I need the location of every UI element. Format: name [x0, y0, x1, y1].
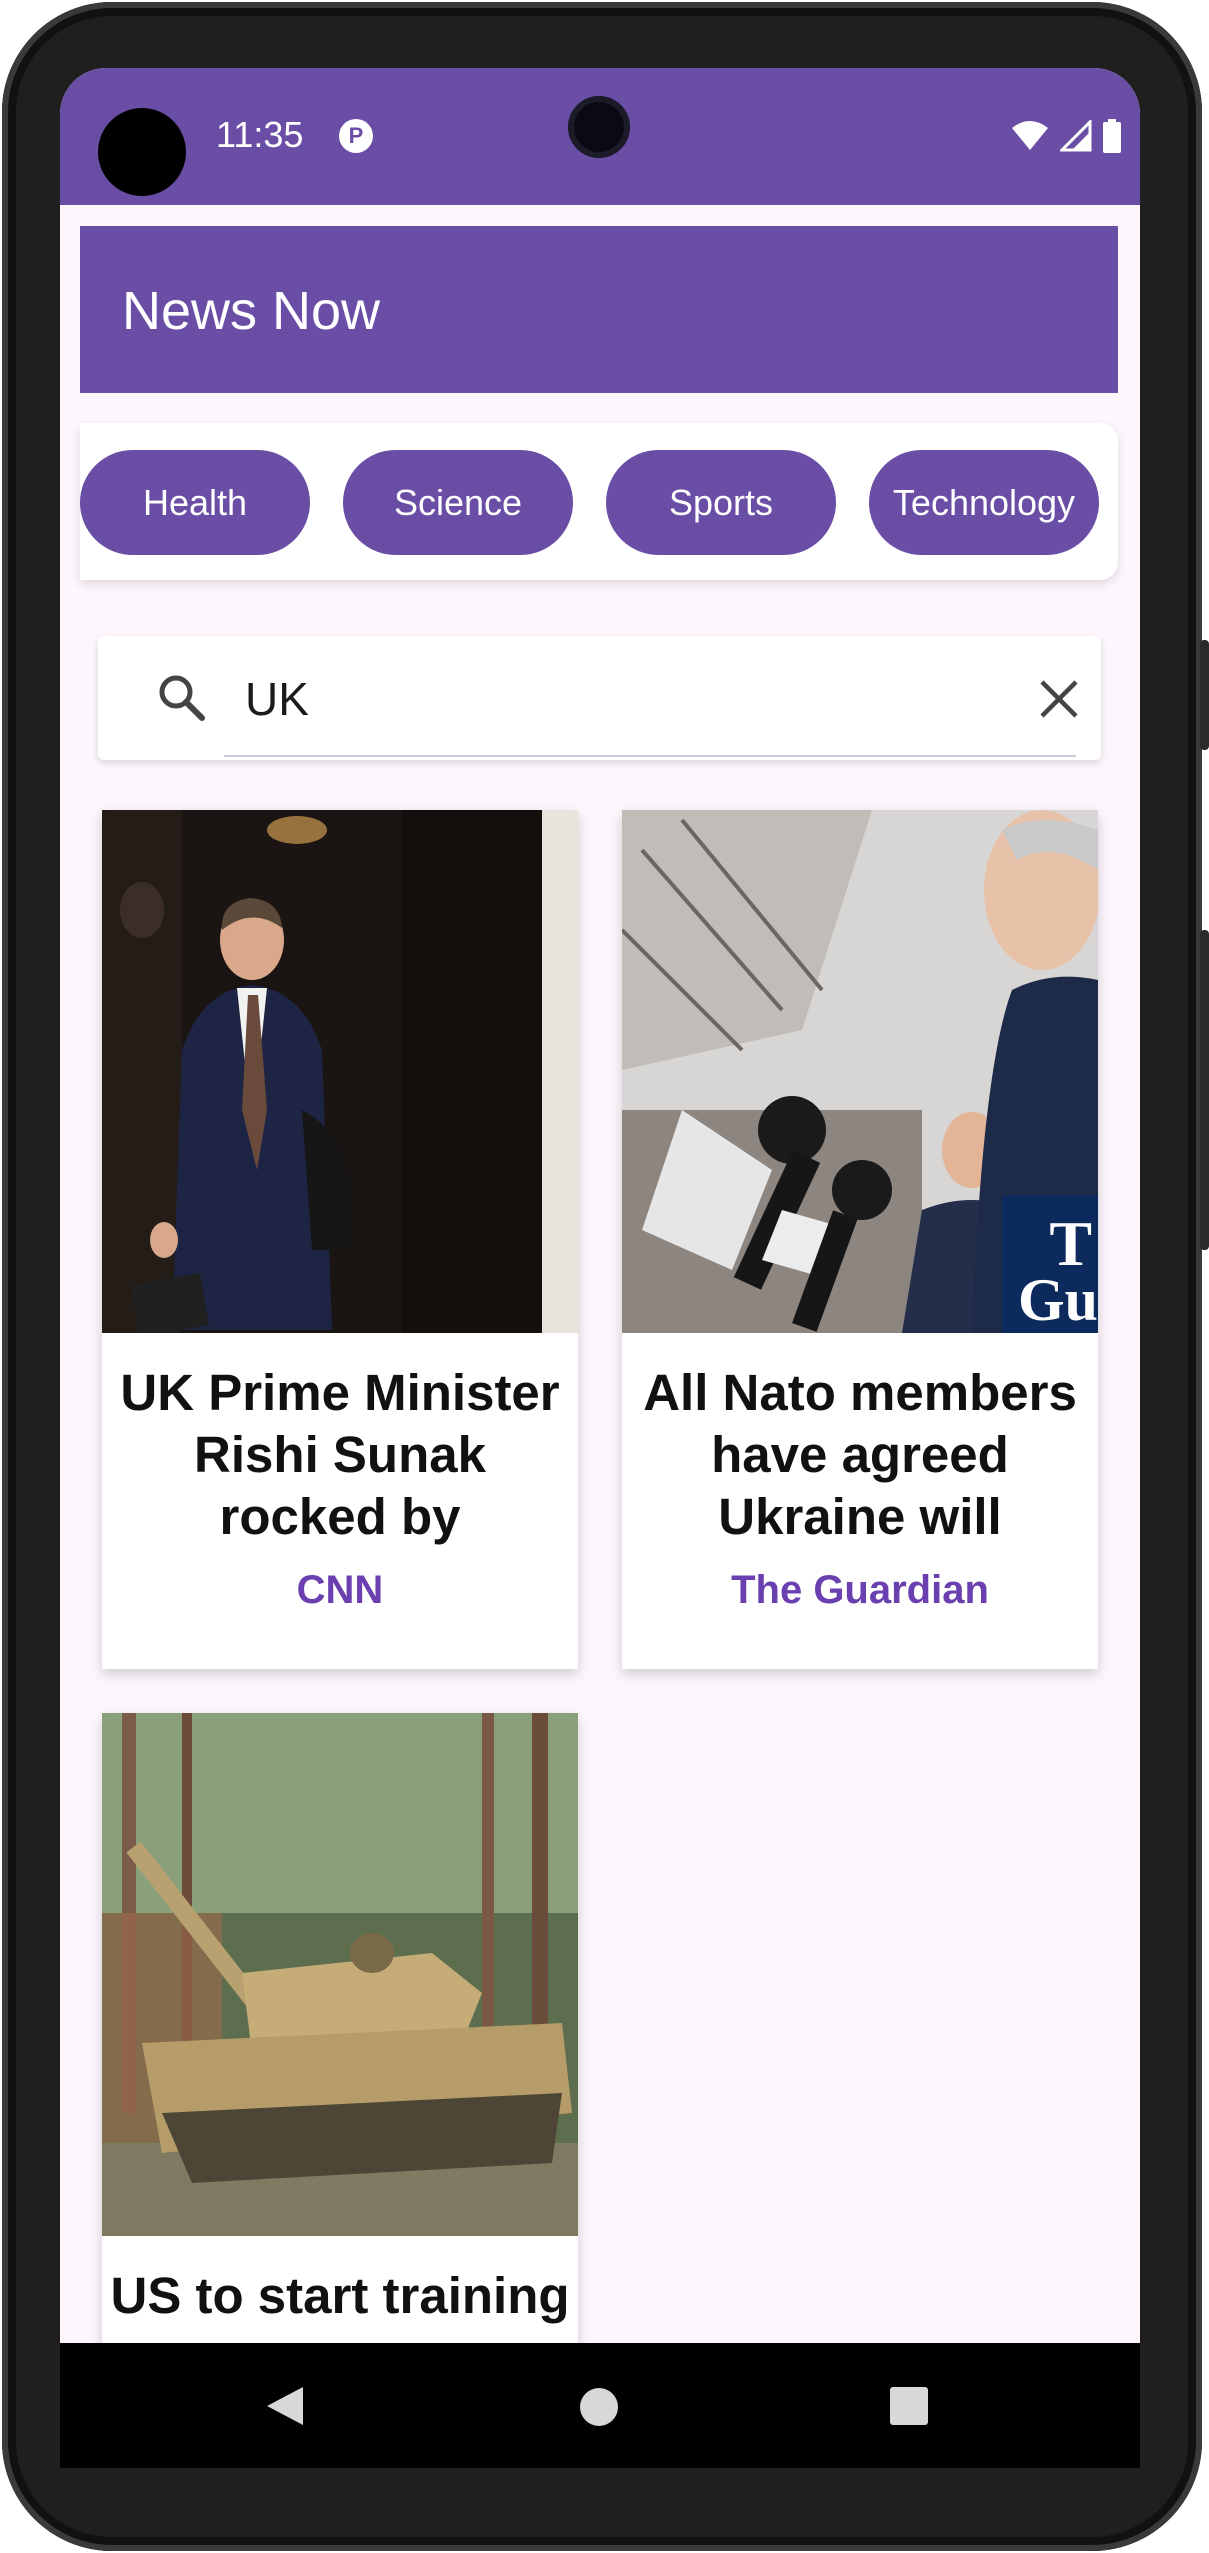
clear-icon[interactable]: [1038, 678, 1080, 720]
article-image: [102, 810, 578, 1333]
category-chips: Health Science Sports Technology: [80, 423, 1118, 580]
status-clock: 11:35: [216, 114, 304, 155]
screen: 11:35 P News Now Health Science Sports T…: [60, 68, 1140, 2468]
article-card[interactable]: UK Prime Minister Rishi Sunak rocked by …: [102, 810, 578, 1669]
chip-health[interactable]: Health: [80, 450, 310, 555]
app-bar: News Now: [80, 226, 1118, 393]
notification-icon: P: [339, 119, 373, 153]
search-underline: [224, 755, 1076, 757]
article-source: CNN: [296, 1568, 384, 1612]
volume-button: [1200, 930, 1209, 1250]
back-icon[interactable]: [265, 2385, 305, 2427]
search-input[interactable]: UK: [245, 672, 309, 726]
signal-icon: [1060, 120, 1092, 152]
system-icons: [1010, 116, 1122, 156]
status-bar: 11:35 P: [60, 68, 1140, 205]
app-title: News Now: [122, 281, 381, 341]
home-icon[interactable]: [579, 2387, 619, 2427]
power-button: [1200, 640, 1209, 750]
article-source: The Guardian: [731, 1568, 989, 1612]
chip-science[interactable]: Science: [343, 450, 573, 555]
chip-sports[interactable]: Sports: [606, 450, 836, 555]
article-image: T Gu: [622, 810, 1098, 1333]
navigation-bar: [60, 2343, 1140, 2468]
search-icon: [156, 672, 208, 724]
search-bar[interactable]: UK: [98, 636, 1101, 760]
wifi-icon: [1012, 121, 1048, 150]
front-camera: [568, 96, 630, 158]
camera-cutout: [98, 108, 186, 196]
chip-technology[interactable]: Technology: [869, 450, 1099, 555]
article-title: UK Prime Minister Rishi Sunak rocked by …: [120, 1364, 560, 1545]
article-title: All Nato members have agreed Ukraine wil…: [643, 1364, 1077, 1545]
recents-icon[interactable]: [890, 2387, 928, 2425]
article-image: [102, 1713, 578, 2236]
battery-icon: [1103, 119, 1121, 153]
svg-text:Gu: Gu: [1018, 1267, 1098, 1333]
article-card[interactable]: T Gu All Nato members have agreed Ukrain…: [622, 810, 1098, 1669]
